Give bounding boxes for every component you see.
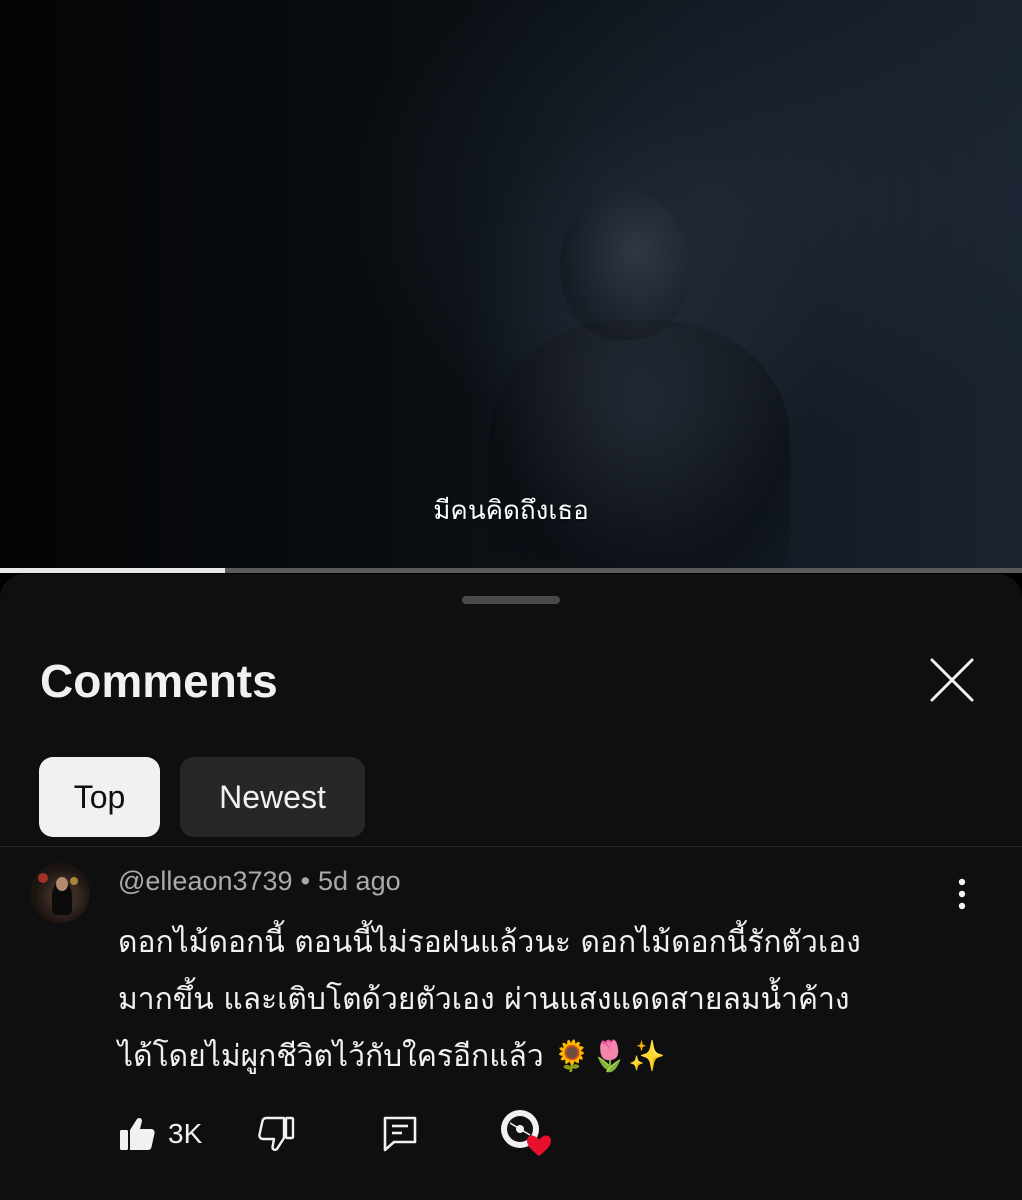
more-options-icon bbox=[958, 878, 966, 910]
like-button[interactable]: 3K bbox=[118, 1106, 202, 1162]
divider bbox=[0, 846, 1022, 847]
video-progress-bar[interactable] bbox=[0, 568, 1022, 573]
avatar[interactable] bbox=[30, 863, 90, 923]
avatar-detail bbox=[38, 873, 48, 883]
reply-icon bbox=[383, 1116, 417, 1152]
like-count: 3K bbox=[168, 1118, 203, 1149]
comment-author[interactable]: @elleaon3739 bbox=[118, 866, 293, 896]
comments-title: Comments bbox=[40, 655, 278, 707]
comment-line: ดอกไม้ดอกนี้ ตอนนี้ไม่รอฝนแล้วนะ ดอกไม้ด… bbox=[118, 925, 861, 960]
meta-separator: • bbox=[300, 866, 311, 896]
avatar-detail bbox=[70, 877, 78, 885]
more-options-button[interactable] bbox=[944, 874, 980, 914]
creator-heart-icon bbox=[501, 1110, 551, 1156]
comments-sheet: Comments Top Newest @elleaon3739 • 5d ago … bbox=[0, 574, 1022, 1200]
video-subtitle: มีคนคิดถึงเธอ bbox=[433, 496, 589, 526]
like-icon bbox=[120, 1117, 155, 1150]
reply-button[interactable] bbox=[382, 1106, 418, 1162]
comment-text: ดอกไม้ดอกนี้ ตอนนี้ไม่รอฝนแล้วนะ ดอกไม้ด… bbox=[118, 914, 978, 1085]
video-figure-head bbox=[560, 190, 690, 340]
avatar-detail bbox=[56, 877, 68, 891]
comment-time: 5d ago bbox=[318, 866, 401, 896]
filter-chip-newest[interactable]: Newest bbox=[180, 757, 365, 837]
sheet-drag-handle[interactable] bbox=[462, 596, 560, 604]
dislike-button[interactable] bbox=[258, 1106, 296, 1162]
filter-chip-top[interactable]: Top bbox=[39, 757, 160, 837]
video-player[interactable]: มีคนคิดถึงเธอ bbox=[0, 0, 1022, 572]
close-icon bbox=[930, 658, 974, 702]
creator-heart bbox=[500, 1106, 554, 1162]
comment-meta: @elleaon3739 • 5d ago bbox=[118, 866, 401, 897]
video-progress-fill bbox=[0, 568, 225, 573]
close-button[interactable] bbox=[922, 650, 982, 710]
comment-line: มากขึ้น และเติบโตด้วยตัวเอง ผ่านแสงแดดสา… bbox=[118, 982, 850, 1017]
dislike-icon bbox=[258, 1116, 295, 1152]
comment-actions: 3K bbox=[0, 1106, 1022, 1162]
video-figure-body bbox=[490, 320, 790, 572]
comment-line: ได้โดยไม่ผูกชีวิตไว้กับใครอีกแล้ว 🌻🌷✨ bbox=[118, 1039, 666, 1074]
